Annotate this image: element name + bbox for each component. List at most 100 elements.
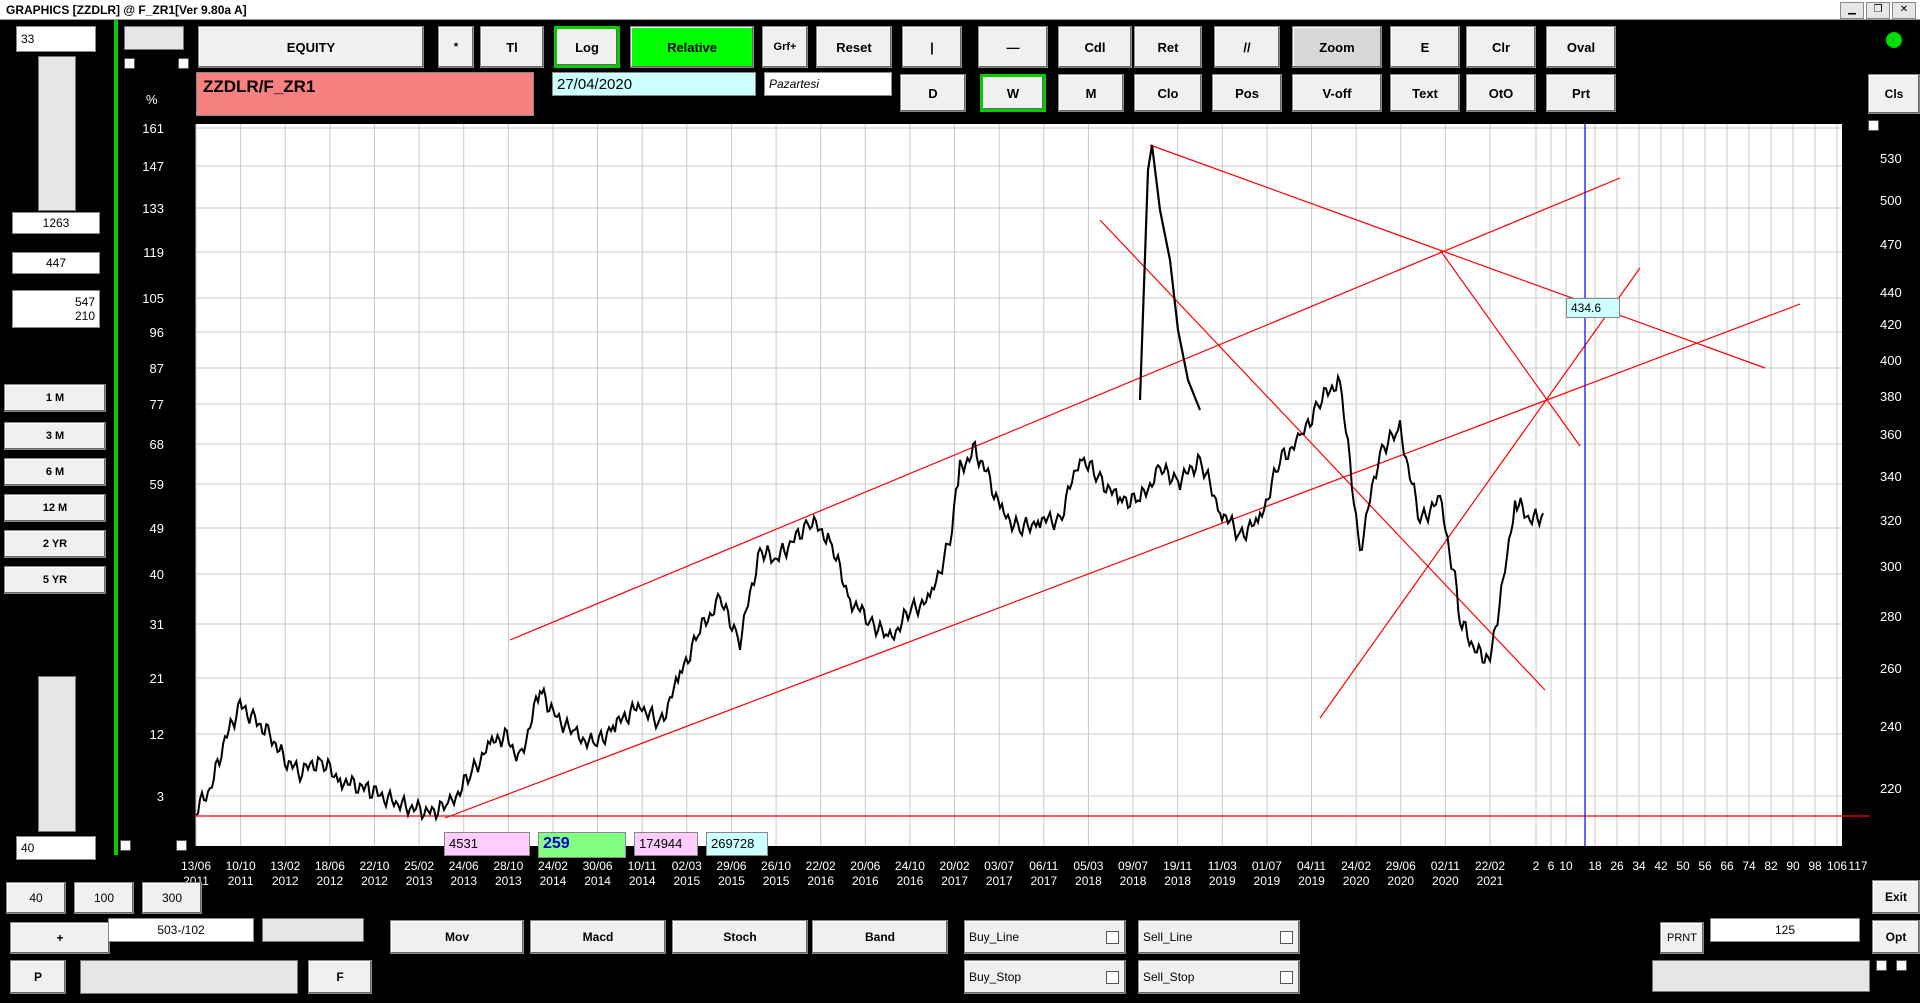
x-tick-year: 2021 [1477,874,1504,888]
left-tick-label: 12 [150,727,164,742]
macd-button[interactable]: Macd [530,920,666,954]
left-axis-labels: 161 147 133 119 105 96 87 77 68 59 49 40 31 21 12 3 [142,121,164,804]
left-tick-label: 49 [150,521,164,536]
left-tick-label: 119 [143,245,164,260]
x-tick-year: 2017 [1030,874,1057,888]
chart-corner-checkbox[interactable] [1868,120,1879,131]
buy-line-button[interactable]: Buy_Line [964,920,1126,954]
stoch-button[interactable]: Stoch [672,920,808,954]
right-tick-label: 440 [1880,285,1902,300]
x-future-tick: 56 [1698,859,1712,873]
right-tick-label: 400 [1880,353,1902,368]
bottom-checkbox-1[interactable] [1876,960,1887,971]
right-scrollbar[interactable] [1652,960,1870,992]
x-future-tick: 74 [1742,859,1756,873]
x-tick-date: 30/06 [583,859,613,873]
x-future-tick: 10 [1559,859,1573,873]
x-tick-date: 05/03 [1073,859,1103,873]
sell-stop-checkbox[interactable] [1280,971,1293,984]
x-future-tick: 98 [1808,859,1822,873]
plus-button[interactable]: + [10,922,110,954]
left-tick-label: 31 [150,617,164,632]
right-tick-label: 260 [1880,661,1902,676]
x-future-tick: 2 [1533,859,1540,873]
right-tick-label: 300 [1880,559,1902,574]
x-tick-year: 2012 [317,874,344,888]
x-tick-date: 25/02 [404,859,434,873]
x-tick-date: 24/10 [895,859,925,873]
counter-scrollbar[interactable] [262,918,364,942]
left-tick-label: 147 [142,159,164,174]
x-tick-year: 2014 [584,874,611,888]
right-tick-label: 220 [1880,781,1902,796]
right-tick-label: 470 [1880,237,1902,252]
buy-stop-button[interactable]: Buy_Stop [964,960,1126,994]
band-button[interactable]: Band [812,920,948,954]
x-tick-date: 20/02 [940,859,970,873]
x-tick-date: 26/10 [761,859,791,873]
right-tick-label: 240 [1880,719,1902,734]
prnt-value-field[interactable]: 125 [1710,918,1860,942]
left-tick-label: 68 [150,437,164,452]
x-tick-date: 22/02 [806,859,836,873]
opt-button[interactable]: Opt [1872,920,1920,954]
range-100-button[interactable]: 100 [74,882,134,914]
right-tick-label: 530 [1880,151,1902,166]
right-tick-label: 280 [1880,609,1902,624]
range-300-button[interactable]: 300 [142,882,202,914]
x-tick-date: 10/11 [628,859,657,873]
buy-stop-checkbox[interactable] [1106,971,1119,984]
x-tick-year: 2017 [941,874,968,888]
x-tick-year: 2012 [361,874,388,888]
x-tick-date: 11/03 [1208,859,1237,873]
x-tick-date: 24/06 [449,859,479,873]
x-tick-year: 2015 [673,874,700,888]
x-tick-year: 2014 [540,874,567,888]
sell-line-button[interactable]: Sell_Line [1138,920,1300,954]
x-tick-date: 13/06 [181,859,211,873]
f-button[interactable]: F [308,960,372,994]
prnt-button[interactable]: PRNT [1660,922,1704,954]
x-tick-date: 06/11 [1029,859,1058,873]
left-tick-label: 77 [150,397,164,412]
right-tick-label: 500 [1880,193,1902,208]
stat-box-2: 259 [538,832,626,858]
stat-box-3: 174944 [634,832,698,856]
x-tick-date: 03/07 [984,859,1014,873]
right-tick-label: 380 [1880,389,1902,404]
p-button[interactable]: P [10,960,66,994]
x-tick-date: 10/10 [226,859,256,873]
p-scrollbar[interactable] [80,960,298,994]
x-tick-date: 24/02 [538,859,568,873]
left-tick-label: 21 [150,671,164,686]
exit-button[interactable]: Exit [1872,880,1920,914]
x-tick-year: 2013 [450,874,477,888]
x-tick-year: 2014 [629,874,656,888]
x-tick-year: 2018 [1120,874,1147,888]
price-chart[interactable]: 161 147 133 119 105 96 87 77 68 59 49 40 31 21 12 3 530… [0,0,1920,1003]
x-tick-year: 2011 [228,874,254,888]
x-future-tick: 117 [1848,859,1867,873]
x-tick-year: 2020 [1343,874,1370,888]
x-future-tick: 26 [1610,859,1624,873]
x-tick-year: 2020 [1432,874,1459,888]
right-axis-labels: 530 500 470 440 420 400 380 360 340 320 300 280 260 2… [1880,151,1902,796]
buy-line-checkbox[interactable] [1106,931,1119,944]
x-future-tick: 106 [1827,859,1847,873]
x-tick-date: 01/07 [1252,859,1282,873]
x-tick-year: 2015 [718,874,745,888]
bottom-checkbox-2[interactable] [1896,960,1907,971]
x-tick-year: 2016 [807,874,834,888]
x-tick-date: 20/06 [850,859,880,873]
range-40-button[interactable]: 40 [6,882,66,914]
sell-line-checkbox[interactable] [1280,931,1293,944]
x-future-tick: 66 [1720,859,1734,873]
sell-stop-button[interactable]: Sell_Stop [1138,960,1300,994]
left-tick-label: 105 [142,291,164,306]
counter-field: 503-/102 [108,918,254,942]
mov-button[interactable]: Mov [390,920,524,954]
left-tick-label: 161 [142,121,164,136]
left-tick-label: 87 [150,361,164,376]
x-tick-date: 04/11 [1297,859,1326,873]
buy-line-label: Buy_Line [969,930,1020,944]
